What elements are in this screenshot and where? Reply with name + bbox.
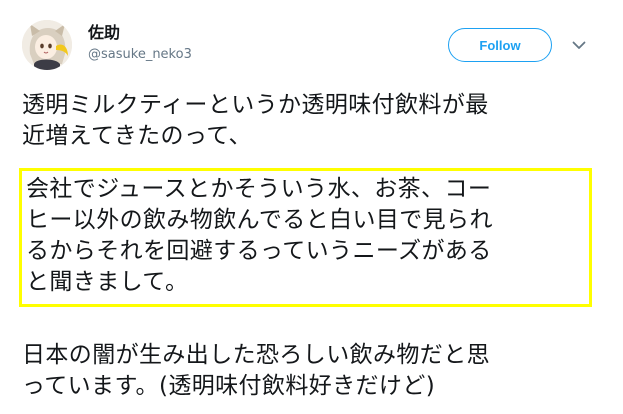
cat-girl-avatar-icon [22, 20, 72, 70]
tweet-line: っています。(透明味付飲料好きだけど) [22, 373, 436, 399]
tweet-paragraph-3: 日本の闇が生み出した恐ろしい飲み物だと思 っています。(透明味付飲料好きだけど) [22, 340, 490, 402]
tweet-line: 日本の闇が生み出した恐ろしい飲み物だと思 [22, 342, 490, 368]
tweet-paragraph-2-highlighted: 会社でジュースとかそういう水、お茶、コー ヒー以外の飲み物飲んでると白い目で見ら… [26, 174, 493, 298]
tweet-line: ヒー以外の飲み物飲んでると白い目で見られ [26, 207, 493, 233]
tweet-line: 近増えてきたのって、 [22, 123, 252, 149]
tweet-paragraph-1: 透明ミルクティーというか透明味付飲料が最 近増えてきたのって、 [22, 90, 489, 152]
tweet-card: 佐助 @sasuke_neko3 Follow 透明ミルクティーというか透明味付… [0, 0, 623, 414]
tweet-line: と聞きまして。 [26, 269, 189, 295]
chevron-down-icon [572, 41, 586, 49]
tweet-line: るからそれを回避するっていうニーズがある [26, 238, 492, 264]
tweet-line: 会社でジュースとかそういう水、お茶、コー [26, 176, 492, 202]
avatar[interactable] [22, 20, 72, 70]
more-options-button[interactable] [569, 35, 589, 55]
tweet-line: 透明ミルクティーというか透明味付飲料が最 [22, 92, 489, 118]
follow-button[interactable]: Follow [448, 28, 552, 62]
display-name[interactable]: 佐助 [88, 23, 120, 43]
user-handle[interactable]: @sasuke_neko3 [88, 47, 192, 63]
